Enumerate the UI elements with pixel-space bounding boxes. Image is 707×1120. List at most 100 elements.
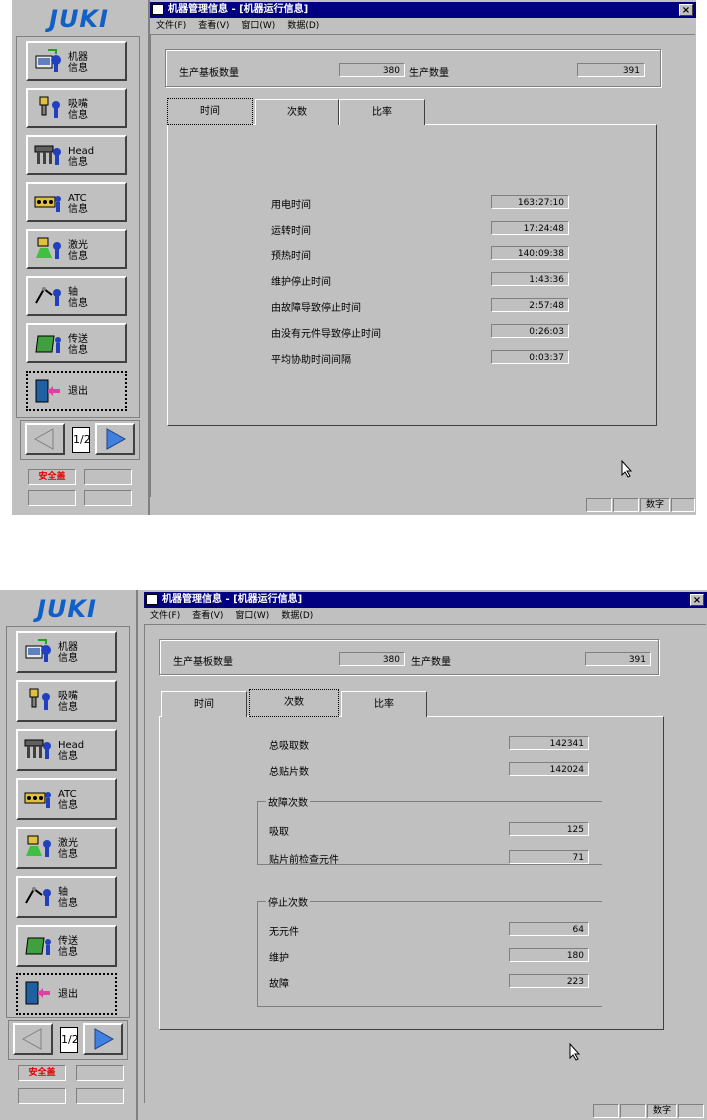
time-field-warmup: 140:09:38 bbox=[491, 246, 569, 260]
next-page-button[interactable] bbox=[83, 1023, 123, 1055]
nav-axis-info-button[interactable]: 轴信息 bbox=[26, 276, 127, 316]
next-page-button[interactable] bbox=[95, 423, 135, 455]
mouse-cursor-icon bbox=[569, 1043, 581, 1061]
right-arrow-icon bbox=[94, 1028, 115, 1050]
prev-page-button[interactable] bbox=[25, 423, 65, 455]
nav-label-line1: 传送 bbox=[58, 936, 78, 947]
menu-file[interactable]: 文件(F) bbox=[156, 21, 186, 31]
page-indicator: 1/2 bbox=[60, 1027, 79, 1053]
status-box bbox=[84, 469, 132, 485]
tab-ratio[interactable]: 比率 bbox=[339, 99, 425, 125]
safety-cover-indicator: 安全盖 bbox=[28, 469, 76, 485]
nav-label-line1: 轴 bbox=[58, 887, 68, 898]
nav-atc-info-button[interactable]: ATC 信息 bbox=[26, 182, 127, 222]
client-area: 生产基板数量 380 生产数量 391 时间 次数 比率 总吸取数 142341… bbox=[144, 624, 706, 1103]
window-title: 机器管理信息 - [机器运行信息] bbox=[168, 4, 309, 15]
tab-time[interactable]: 时间 bbox=[161, 691, 247, 717]
status-pane bbox=[620, 1104, 646, 1118]
mouse-cursor-icon bbox=[621, 460, 633, 478]
tab-ratio[interactable]: 比率 bbox=[341, 691, 427, 717]
left-arrow-icon bbox=[33, 428, 54, 450]
juki-logo: JUKI bbox=[37, 595, 97, 623]
nav-label-line1: 吸嘴 bbox=[58, 691, 78, 702]
nav-label-line2: 信息 bbox=[58, 653, 78, 664]
nav-machine-info-button[interactable]: 机器 信息 bbox=[16, 631, 117, 673]
menu-view[interactable]: 查看(V) bbox=[198, 21, 229, 31]
time-label-running: 运转时间 bbox=[271, 226, 311, 237]
nav-machine-info-button[interactable]: 机器 信息 bbox=[26, 41, 127, 81]
time-field-no-component-stop: 0:26:03 bbox=[491, 324, 569, 338]
laser-icon bbox=[36, 237, 61, 259]
nav-button-panel: 机器 信息 吸嘴 信息 Head 信息 ATC 信息 激光 信息 轴信息 传送 … bbox=[16, 36, 140, 418]
exit-button[interactable]: 退出 bbox=[16, 973, 117, 1015]
nav-label-line2: 信息 bbox=[58, 947, 78, 958]
status-pane bbox=[678, 1104, 704, 1118]
menu-window[interactable]: 窗口(W) bbox=[235, 611, 269, 621]
time-label-maintenance-stop: 维护停止时间 bbox=[271, 277, 331, 288]
nav-label-line1: 传送 bbox=[68, 334, 88, 345]
nozzle-icon bbox=[39, 96, 60, 118]
tab-count[interactable]: 次数 bbox=[255, 99, 339, 125]
status-box bbox=[18, 1088, 66, 1104]
window-icon bbox=[146, 594, 158, 605]
screenshot-time-tab: JUKI 机器 信息 吸嘴 信息 Head 信息 ATC 信息 激光 信息 轴 … bbox=[12, 0, 696, 515]
tab-time[interactable]: 时间 bbox=[167, 98, 253, 125]
status-pane bbox=[593, 1104, 619, 1118]
main-window: 机器管理信息 - [机器运行信息] × 文件(F) 查看(V) 窗口(W) 数据(D)… bbox=[144, 592, 707, 1120]
nav-head-info-button[interactable]: Head 信息 bbox=[16, 729, 117, 771]
pager: 1/2 bbox=[8, 1020, 128, 1060]
nav-label-line1: 机器 bbox=[68, 52, 88, 63]
time-label-mean-assist-interval: 平均协助时间间隔 bbox=[271, 355, 351, 366]
left-arrow-icon bbox=[21, 1028, 42, 1050]
head-icon bbox=[24, 739, 51, 759]
menu-file[interactable]: 文件(F) bbox=[150, 611, 180, 621]
exit-door-icon bbox=[25, 981, 50, 1005]
nav-conveyor-info-button[interactable]: 传送 信息 bbox=[16, 925, 117, 967]
nav-label-line2: 信息 bbox=[68, 204, 88, 215]
machine-icon bbox=[25, 639, 51, 662]
stop-maintenance-label: 维护 bbox=[269, 953, 289, 964]
close-button[interactable]: × bbox=[679, 4, 693, 16]
menu-data[interactable]: 数据(D) bbox=[287, 21, 319, 31]
error-pick-field: 125 bbox=[509, 822, 589, 836]
exit-button[interactable]: 退出 bbox=[26, 371, 127, 411]
conveyor-icon bbox=[25, 937, 51, 955]
total-place-field: 142024 bbox=[509, 762, 589, 776]
nav-label-line1: Head bbox=[58, 740, 85, 751]
laser-icon bbox=[26, 835, 51, 857]
nav-laser-info-button[interactable]: 激光 信息 bbox=[16, 827, 117, 869]
production-count-label: 生产数量 bbox=[409, 68, 449, 79]
nav-label-line2: 信息 bbox=[58, 702, 78, 713]
close-button[interactable]: × bbox=[690, 594, 704, 606]
board-count-label: 生产基板数量 bbox=[179, 68, 239, 79]
screenshot-count-tab: JUKI 机器 信息 吸嘴 信息 Head 信息 ATC 信息 激光 信息 轴 … bbox=[0, 590, 707, 1120]
nav-nozzle-info-button[interactable]: 吸嘴 信息 bbox=[16, 680, 117, 722]
status-pane bbox=[586, 498, 612, 512]
tab-count[interactable]: 次数 bbox=[249, 689, 339, 717]
board-count-label: 生产基板数量 bbox=[173, 657, 233, 668]
board-count-field: 380 bbox=[339, 63, 405, 77]
nav-atc-info-button[interactable]: ATC 信息 bbox=[16, 778, 117, 820]
window-icon bbox=[152, 4, 164, 15]
stop-error-field: 223 bbox=[509, 974, 589, 988]
nav-axis-info-button[interactable]: 轴信息 bbox=[16, 876, 117, 918]
menu-window[interactable]: 窗口(W) bbox=[241, 21, 275, 31]
right-arrow-icon bbox=[106, 428, 127, 450]
menu-view[interactable]: 查看(V) bbox=[192, 611, 223, 621]
axis-icon bbox=[35, 287, 61, 306]
status-box bbox=[84, 490, 132, 506]
error-pick-label: 吸取 bbox=[269, 827, 289, 838]
nav-nozzle-info-button[interactable]: 吸嘴 信息 bbox=[26, 88, 127, 128]
production-count-field: 391 bbox=[577, 63, 645, 77]
nav-label-line1: 激光 bbox=[58, 838, 78, 849]
nav-conveyor-info-button[interactable]: 传送 信息 bbox=[26, 323, 127, 363]
nav-label-line1: 机器 bbox=[58, 642, 78, 653]
prev-page-button[interactable] bbox=[13, 1023, 53, 1055]
nav-label-line2: 信息 bbox=[68, 157, 88, 168]
nav-laser-info-button[interactable]: 激光 信息 bbox=[26, 229, 127, 269]
nav-label-line2: 信息 bbox=[58, 849, 78, 860]
time-field-power: 163:27:10 bbox=[491, 195, 569, 209]
menu-data[interactable]: 数据(D) bbox=[281, 611, 313, 621]
stop-no-component-field: 64 bbox=[509, 922, 589, 936]
nav-head-info-button[interactable]: Head 信息 bbox=[26, 135, 127, 175]
